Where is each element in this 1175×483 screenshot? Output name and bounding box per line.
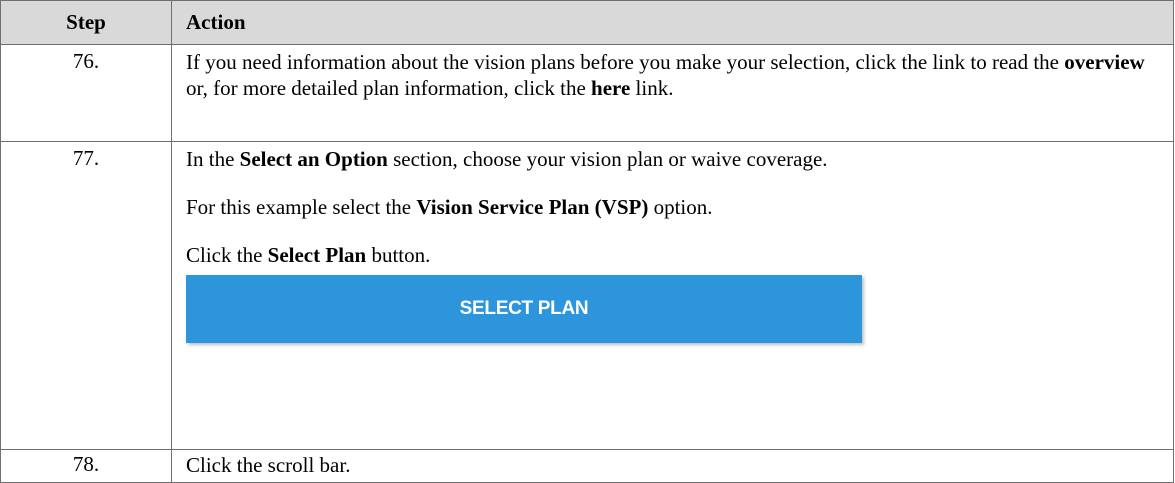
text-run: or, for more detailed plan information, …	[186, 76, 592, 100]
table-row: 77. In the Select an Option section, cho…	[0, 141, 1174, 450]
text-run: option.	[648, 195, 713, 219]
step-number: 78.	[0, 449, 172, 483]
action-text: Click the scroll bar.	[186, 452, 1163, 478]
text-run: Click the scroll bar.	[186, 453, 351, 477]
action-text: In the Select an Option section, choose …	[186, 146, 1163, 172]
select-plan-button[interactable]: SELECT PLAN	[186, 275, 862, 343]
step-number: 77.	[0, 141, 172, 450]
header-step: Step	[0, 0, 172, 45]
action-cell: Click the scroll bar.	[171, 449, 1174, 483]
action-text: If you need information about the vision…	[186, 49, 1163, 101]
text-run: section, choose your vision plan or waiv…	[387, 147, 828, 171]
table-header-row: Step Action	[0, 0, 1174, 45]
action-text: For this example select the Vision Servi…	[186, 194, 1163, 220]
text-run: link.	[630, 76, 674, 100]
overview-link-term: overview	[1064, 50, 1145, 74]
here-link-term: here	[591, 76, 631, 100]
text-run: If you need information about the vision…	[186, 50, 1065, 74]
action-cell: In the Select an Option section, choose …	[171, 141, 1174, 450]
procedure-table: Step Action 76. If you need information …	[0, 0, 1174, 483]
text-run: button.	[366, 243, 431, 267]
vision-service-plan-term: Vision Service Plan (VSP)	[416, 195, 649, 219]
text-run: Click the	[186, 243, 268, 267]
action-text: Click the Select Plan button.	[186, 242, 1163, 268]
table-row: 78. Click the scroll bar.	[0, 449, 1174, 483]
action-cell: If you need information about the vision…	[171, 44, 1174, 142]
step-number: 76.	[0, 44, 172, 142]
header-action: Action	[171, 0, 1174, 45]
text-run: For this example select the	[186, 195, 417, 219]
select-plan-term: Select Plan	[267, 243, 367, 267]
text-run: In the	[186, 147, 240, 171]
table-row: 76. If you need information about the vi…	[0, 44, 1174, 142]
select-an-option-term: Select an Option	[239, 147, 388, 171]
